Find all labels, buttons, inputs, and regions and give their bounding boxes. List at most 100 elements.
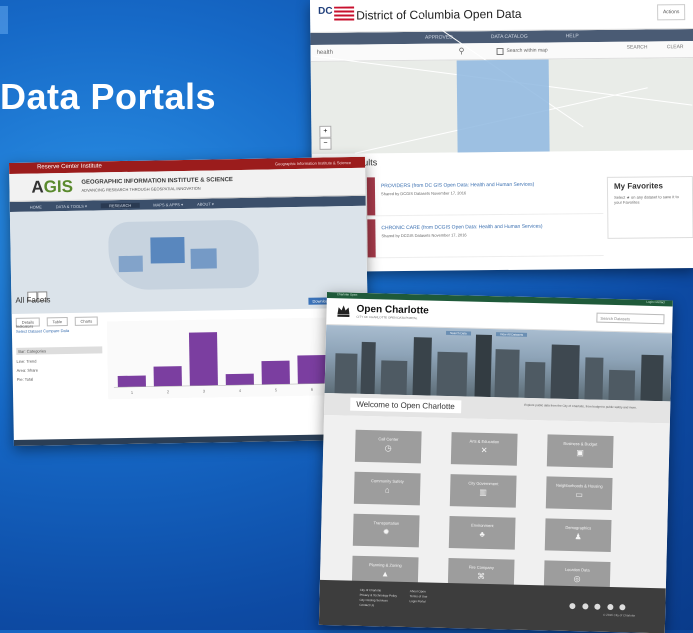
dc-search-input[interactable]: health <box>317 50 333 56</box>
clt-tile-label: Call Center <box>378 436 399 442</box>
dc-result-meta: Shared by DCGIS Datasets November 17, 20… <box>381 232 467 239</box>
agis-top-title: Reserve Center Institute <box>37 163 102 171</box>
chart-bar[interactable] <box>188 332 218 386</box>
agis-facets-heading: All Facets <box>15 295 51 305</box>
agis-top-right: Geographic Information Institute & Scien… <box>274 160 352 167</box>
dc-search-button[interactable]: SEARCH <box>627 44 648 50</box>
zoom-out-icon[interactable]: − <box>319 137 332 150</box>
clt-category-tile[interactable]: Transportation ✹ <box>352 513 420 548</box>
clt-tile-icon: ▥ <box>479 487 488 497</box>
dc-nav-item[interactable]: DATA CATALOG <box>491 34 528 40</box>
youtube-icon[interactable] <box>594 603 601 610</box>
agis-sidebar: Indicators Select Dataset Compare Data B… <box>16 322 103 382</box>
dc-result-thumb <box>366 177 376 216</box>
clt-view-all-tab[interactable]: View All Datasets <box>495 332 528 337</box>
dc-nav-item[interactable]: HELP <box>566 33 579 39</box>
dc-open-data-screenshot: DC District of Columbia Open Data Action… <box>310 0 693 272</box>
clt-footer: City of Charlotte Privacy & Technology Po… <box>318 579 666 633</box>
clt-tile-label: City Government <box>468 480 499 487</box>
dc-result-meta: Shared by DCGIS Datasets November 17, 20… <box>381 190 467 197</box>
map-highlight-region <box>118 255 143 273</box>
clt-footer-col1: City of Charlotte Privacy & Technology Po… <box>359 588 397 609</box>
dc-favorites-title: My Favorites <box>613 181 663 191</box>
clt-category-tile[interactable]: Call Center ◷ <box>354 429 422 464</box>
dc-result-row[interactable]: CHRONIC CARE (from DCGIS Open Data: Heal… <box>367 216 604 259</box>
dc-actions-button[interactable]: Actions <box>657 4 686 21</box>
clt-footer-link[interactable]: Login Portal <box>409 599 427 604</box>
agis-legend-item[interactable]: Pie: Total <box>17 375 103 382</box>
agis-bar-chart: 123456 <box>106 317 335 400</box>
clt-category-tile[interactable]: Community Safety ⌂ <box>353 471 421 506</box>
clt-tile-label: Business & Budget <box>563 440 598 447</box>
agis-logo-text: GIS <box>43 176 74 197</box>
facebook-icon[interactable] <box>569 603 576 610</box>
clt-tile-icon: ▲ <box>381 569 390 579</box>
agis-nav-item[interactable]: DATA & TOOLS ▾ <box>56 203 87 209</box>
zoom-in-icon[interactable]: + <box>319 125 332 138</box>
clt-footer-col2: About Open Terms of Use Login Portal <box>409 589 427 604</box>
clt-category-tile[interactable]: Business & Budget ▣ <box>546 434 614 469</box>
dc-result-thumb <box>367 219 376 258</box>
dc-title: District of Columbia Open Data <box>356 6 522 23</box>
agis-legend-item[interactable]: Area: Share <box>17 366 103 373</box>
dc-result-title[interactable]: CHRONIC CARE (from DCGIS Open Data: Heal… <box>381 224 542 232</box>
clt-category-tile[interactable]: City Government ▥ <box>449 474 517 508</box>
chart-bar[interactable] <box>261 360 290 385</box>
clt-tile-icon: ♟ <box>574 532 582 542</box>
agis-nav-item[interactable]: RESEARCH <box>100 202 140 208</box>
clt-tile-icon: ▭ <box>575 490 584 500</box>
agis-portal-screenshot: Reserve Center Institute Geographic Info… <box>9 156 370 446</box>
clt-category-tile[interactable]: Demographics ♟ <box>544 518 612 553</box>
clt-category-tile[interactable]: Neighborhoods & Housing ▭ <box>545 476 613 511</box>
chart-bar[interactable] <box>297 354 326 384</box>
dc-result-row[interactable]: PROVIDERS (from DC GIS Open Data: Health… <box>366 174 604 217</box>
clt-city-banner: Search Data View All Datasets <box>324 324 673 402</box>
rss-icon[interactable] <box>619 604 626 611</box>
agis-nav-item[interactable]: ABOUT ▾ <box>197 201 214 206</box>
clt-category-tile[interactable]: Environment ♣ <box>448 516 516 550</box>
clt-tile-icon: ✕ <box>480 445 488 455</box>
clt-tile-icon: ◎ <box>573 574 581 584</box>
clt-category-tile[interactable]: Arts & Education ✕ <box>450 432 518 466</box>
dc-map-checkbox[interactable] <box>496 47 504 56</box>
clt-top-right[interactable]: Login Contact <box>646 300 665 304</box>
clt-tile-label: Demographics <box>565 524 592 531</box>
twitter-icon[interactable] <box>581 603 589 610</box>
clt-tile-icon: ♣ <box>479 529 485 539</box>
clt-search-input[interactable]: Search Datasets <box>596 312 665 325</box>
agis-legend-item[interactable]: Line: Trend <box>16 357 102 364</box>
corner-accent <box>0 6 8 34</box>
clt-category-grid: Call Center ◷ Arts & Education ✕ Business & … <box>319 414 670 604</box>
clt-tile-icon: ◷ <box>384 443 392 453</box>
instagram-icon[interactable] <box>606 603 614 611</box>
clt-tile-label: Arts & Education <box>469 438 500 445</box>
chart-bar[interactable] <box>225 373 254 386</box>
clt-tile-label: Environment <box>471 522 494 529</box>
dc-map[interactable]: + − <box>310 13 693 154</box>
map-highlight-region <box>150 236 185 264</box>
dc-result-title[interactable]: PROVIDERS (from DC GIS Open Data: Health… <box>381 182 534 190</box>
clt-top-left: Charlotte Open <box>336 292 358 297</box>
search-icon[interactable]: ⚲ <box>458 46 464 55</box>
agis-logo: AGIS <box>31 177 73 198</box>
agis-logo-prefix: A <box>31 177 44 197</box>
clt-tile-label: Planning & Zoning <box>368 562 402 568</box>
chart-bar[interactable] <box>153 366 182 387</box>
dc-favorites-text: Select ★ on any dataset to save it to yo… <box>614 194 679 205</box>
clt-footer-link[interactable]: Contact Us <box>359 603 397 609</box>
clt-search-data-tab[interactable]: Search Data <box>445 330 471 336</box>
agis-nav-item[interactable]: MAPS & APPS ▾ <box>153 201 183 207</box>
crown-icon <box>337 305 350 318</box>
dc-logo: DC <box>318 6 355 25</box>
clt-tile-label: Transportation <box>373 520 400 526</box>
map-highlight-region <box>190 248 217 269</box>
clt-tile-label: Location Data <box>564 566 590 573</box>
chart-bar[interactable] <box>117 375 146 388</box>
dc-clear-button[interactable]: CLEAR <box>667 44 684 50</box>
clt-subtitle: CITY OF CHARLOTTE OPEN DATA PORTAL <box>356 314 418 321</box>
agis-nav-item[interactable]: HOME <box>30 204 42 209</box>
clt-tile-icon: ⌂ <box>384 485 390 495</box>
agis-brand-line2: ADVANCING RESEARCH THROUGH GEOSPATIAL IN… <box>81 185 201 193</box>
agis-legend-item[interactable]: Bar: Categories <box>16 346 103 355</box>
dc-map-selection <box>456 59 550 153</box>
